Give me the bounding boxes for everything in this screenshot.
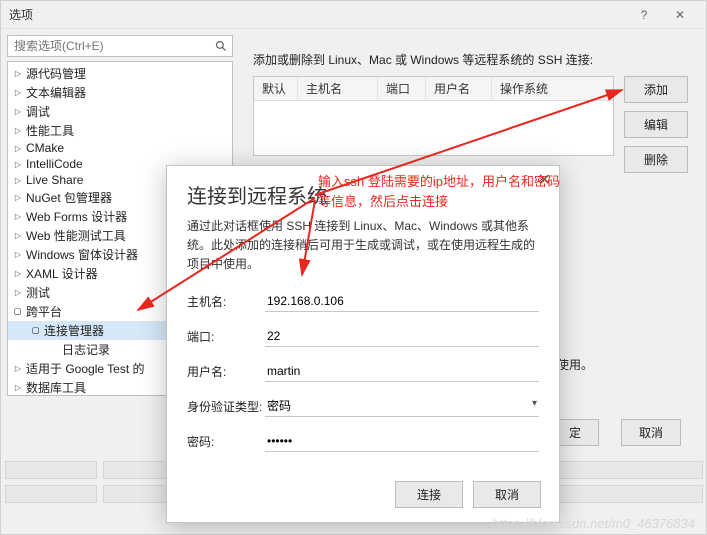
right-pane-desc: 添加或删除到 Linux、Mac 或 Windows 等远程系统的 SSH 连接…: [245, 35, 696, 76]
remove-button[interactable]: 删除: [624, 146, 688, 173]
cancel-button[interactable]: 取消: [621, 419, 681, 446]
tree-item-debugging[interactable]: 调试: [8, 102, 232, 121]
col-os: 操作系统: [492, 77, 613, 100]
row-host: 主机名:: [187, 291, 539, 312]
table-header: 默认 主机名 端口 用户名 操作系统: [254, 77, 613, 101]
dialog-buttons: 连接 取消: [395, 481, 541, 508]
tree-item-source-control[interactable]: 源代码管理: [8, 64, 232, 83]
window-title: 选项: [9, 6, 626, 23]
search-box[interactable]: [7, 35, 233, 57]
table-buttons: 添加 编辑 删除: [624, 76, 688, 173]
connections-table[interactable]: 默认 主机名 端口 用户名 操作系统: [253, 76, 614, 156]
col-host: 主机名: [298, 77, 378, 100]
auth-label: 身份验证类型:: [187, 398, 265, 415]
ruler-bar: [5, 485, 97, 503]
dialog-title: 连接到远程系统: [167, 166, 559, 217]
tree-item-perf-tools[interactable]: 性能工具: [8, 121, 232, 140]
col-port: 端口: [378, 77, 426, 100]
port-label: 端口:: [187, 328, 265, 345]
search-icon: [210, 36, 232, 56]
dialog-close-icon[interactable]: ✕: [538, 170, 551, 190]
pass-label: 密码:: [187, 433, 265, 450]
help-button[interactable]: ?: [626, 8, 662, 22]
dialog-desc: 通过此对话框使用 SSH 连接到 Linux、Mac、Windows 或其他系统…: [167, 217, 559, 287]
tree-item-cmake[interactable]: CMake: [8, 140, 232, 156]
edit-button[interactable]: 编辑: [624, 111, 688, 138]
auth-type-select[interactable]: [265, 396, 539, 417]
user-label: 用户名:: [187, 363, 265, 380]
pass-input[interactable]: [265, 431, 539, 452]
port-input[interactable]: [265, 326, 539, 347]
tree-item-text-editor[interactable]: 文本编辑器: [8, 83, 232, 102]
titlebar: 选项 ? ✕: [1, 1, 706, 29]
close-window-button[interactable]: ✕: [662, 8, 698, 22]
dialog-cancel-button[interactable]: 取消: [473, 481, 541, 508]
dialog-form: 主机名: 端口: 用户名: 身份验证类型: ▾ 密码:: [167, 287, 559, 470]
user-input[interactable]: [265, 361, 539, 382]
col-user: 用户名: [426, 77, 492, 100]
ruler-bar: [5, 461, 97, 479]
row-pass: 密码:: [187, 431, 539, 452]
host-input[interactable]: [265, 291, 539, 312]
search-input[interactable]: [8, 36, 210, 56]
add-button[interactable]: 添加: [624, 76, 688, 103]
row-auth: 身份验证类型: ▾: [187, 396, 539, 417]
connect-dialog: ✕ 连接到远程系统 通过此对话框使用 SSH 连接到 Linux、Mac、Win…: [166, 165, 560, 523]
host-label: 主机名:: [187, 293, 265, 310]
connect-button[interactable]: 连接: [395, 481, 463, 508]
col-default: 默认: [254, 77, 298, 100]
row-port: 端口:: [187, 326, 539, 347]
row-user: 用户名:: [187, 361, 539, 382]
